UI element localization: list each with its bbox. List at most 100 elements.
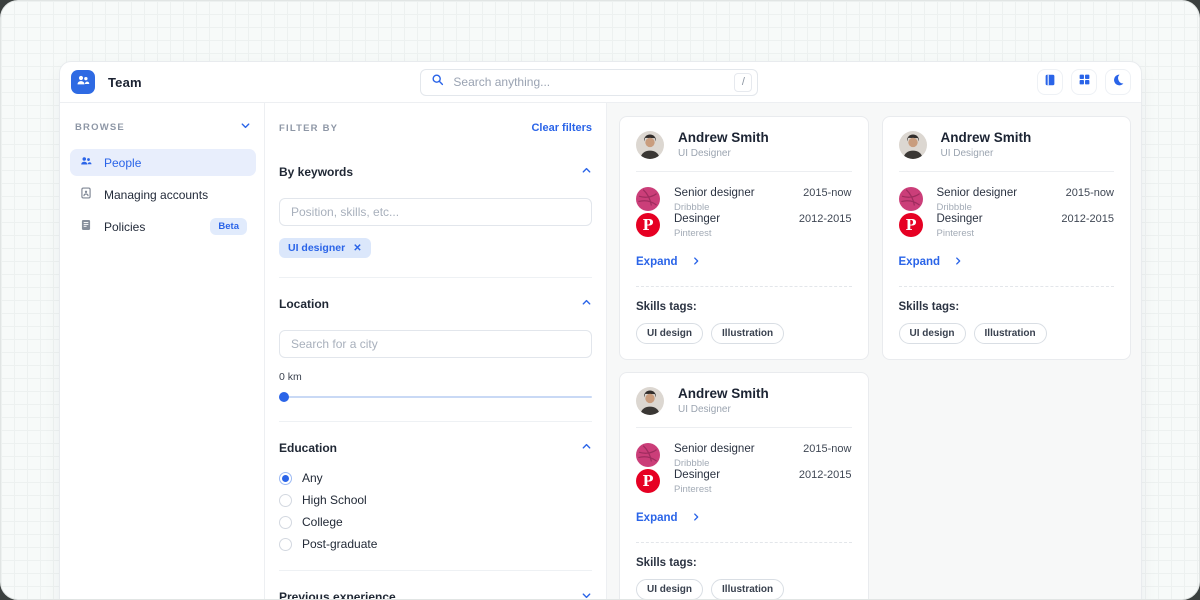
person-card[interactable]: Andrew Smith UI Designer Senior designer [619,116,869,360]
app-logo[interactable] [71,70,95,94]
experience-title: Senior designer [674,187,789,199]
chevron-right-icon [691,509,701,527]
expand-button[interactable]: Expand [899,253,1115,271]
experience-info: Senior designer Dribbble [674,187,789,213]
divider [279,570,592,571]
app-header: Team Search anything... / [60,62,1141,103]
experience-company: Dribbble [674,458,789,469]
skill-tag[interactable]: UI design [636,579,703,600]
keyword-tag-ui-designer[interactable]: UI designer ✕ [279,238,371,258]
skill-tag[interactable]: Illustration [974,323,1047,344]
avatar [899,131,927,159]
dark-mode-button[interactable] [1105,69,1131,95]
keywords-input[interactable]: Position, skills, etc... [279,198,592,226]
browse-label: BROWSE [75,122,125,133]
experience-title: Senior designer [937,187,1052,199]
dashed-divider [899,286,1115,287]
experience-company: Pinterest [674,484,785,495]
experience-info: Senior designer Dribbble [674,443,789,469]
search-placeholder: Search anything... [453,75,725,89]
experience-title: Desinger [674,469,785,481]
experience-row: Senior designer Dribbble 2015-now [636,187,852,213]
keywords-section-header[interactable]: By keywords [279,163,592,181]
sidebar-item-policies[interactable]: Policies Beta [70,213,256,240]
location-title: Location [279,297,329,311]
chevron-up-icon [581,163,592,181]
svg-text:P: P [643,217,654,234]
skill-tag[interactable]: Illustration [711,323,784,344]
experience-row: P Desinger Pinterest 2012-2015 [636,213,852,239]
skill-tag[interactable]: UI design [899,323,966,344]
beta-badge: Beta [210,218,247,235]
expand-label: Expand [636,512,678,524]
previous-experience-section-header[interactable]: Previous experience [279,588,592,600]
search-input[interactable]: Search anything... / [420,69,758,96]
location-section-header[interactable]: Location [279,295,592,313]
radio-icon[interactable] [279,538,292,551]
svg-text:P: P [643,473,654,490]
radio-label: College [302,515,343,529]
experience-period: 2015-now [803,187,851,199]
chevron-down-icon [581,588,592,600]
book-icon [79,218,93,235]
education-options: Any High School College Post-graduate [279,471,592,551]
clear-filters-link[interactable]: Clear filters [531,122,592,134]
expand-label: Expand [899,256,941,268]
id-badge-icon [79,186,93,203]
skills-label: Skills tags: [636,557,852,569]
chevron-up-icon [581,439,592,457]
experience-row: P Desinger Pinterest 2012-2015 [899,213,1115,239]
person-card[interactable]: Andrew Smith UI Designer Senior designer [882,116,1132,360]
experience-period: 2015-now [803,443,851,455]
expand-button[interactable]: Expand [636,253,852,271]
pinterest-icon: P [899,213,923,237]
radio-label: High School [302,493,367,507]
skills-label: Skills tags: [636,301,852,313]
expand-button[interactable]: Expand [636,509,852,527]
sidebar-item-people[interactable]: People [70,149,256,176]
grid-view-button[interactable] [1071,69,1097,95]
browse-section-header[interactable]: BROWSE [70,118,256,136]
keywords-placeholder: Position, skills, etc... [291,205,399,219]
slider-thumb[interactable] [279,392,289,402]
sidebar-item-managing-accounts[interactable]: Managing accounts [70,181,256,208]
dribbble-icon [636,443,660,467]
previous-experience-title: Previous experience [279,590,396,600]
radio-icon[interactable] [279,516,292,529]
pinterest-icon: P [636,469,660,493]
chevron-right-icon [953,253,963,271]
radio-checked-icon[interactable] [279,472,292,485]
experience-list: Senior designer Dribbble 2015-now P Des [636,443,852,495]
city-search-input[interactable]: Search for a city [279,330,592,358]
radio-option-high-school[interactable]: High School [279,493,592,507]
skills-tags: UI design Illustration [899,323,1115,344]
skill-tag[interactable]: Illustration [711,579,784,600]
journal-button[interactable] [1037,69,1063,95]
experience-company: Pinterest [937,228,1048,239]
dashed-divider [636,542,852,543]
radio-option-any[interactable]: Any [279,471,592,485]
skills-tags: UI design Illustration [636,323,852,344]
experience-period: 2012-2015 [799,469,852,481]
experience-company: Dribbble [674,202,789,213]
app-window: Team Search anything... / [59,61,1142,600]
sidebar: BROWSE People [60,103,264,600]
radio-icon[interactable] [279,494,292,507]
person-card[interactable]: Andrew Smith UI Designer Senior designer [619,372,869,600]
person-role: UI Designer [941,148,1032,159]
experience-period: 2012-2015 [799,213,852,225]
dribbble-icon [636,187,660,211]
remove-tag-icon[interactable]: ✕ [353,243,361,254]
experience-company: Dribbble [937,202,1052,213]
results-grid: Andrew Smith UI Designer Senior designer [607,103,1141,600]
education-section-header[interactable]: Education [279,439,592,457]
divider [279,421,592,422]
distance-slider[interactable] [279,392,592,402]
radio-option-college[interactable]: College [279,515,592,529]
skill-tag[interactable]: UI design [636,323,703,344]
experience-info: Desinger Pinterest [674,213,785,239]
radio-option-post-graduate[interactable]: Post-graduate [279,537,592,551]
app-body: BROWSE People [60,103,1141,600]
expand-label: Expand [636,256,678,268]
experience-title: Senior designer [674,443,789,455]
